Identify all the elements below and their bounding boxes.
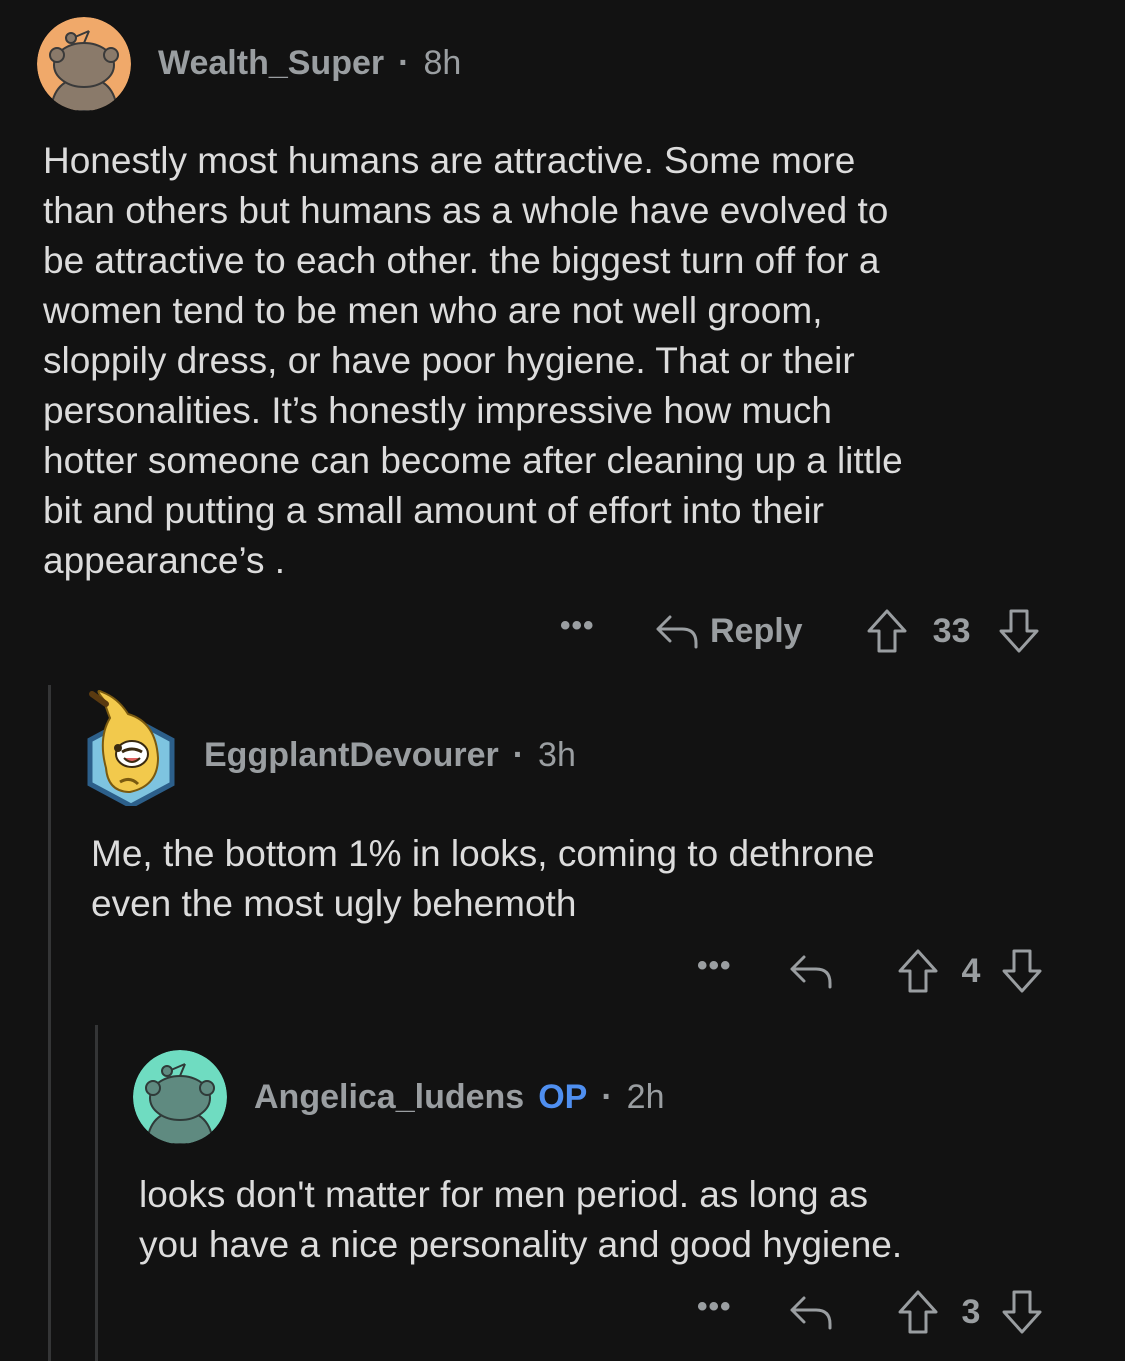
comment-line: appearance’s . [43,540,286,581]
comment-line: looks don't matter for men period. as lo… [139,1174,868,1215]
comment-line: Honestly most humans are attractive. Som… [43,140,856,181]
separator-dot: · [601,1078,613,1116]
upvote-arrow-icon [898,949,938,993]
timestamp: 2h [626,1078,665,1116]
snoo-avatar-icon [133,1050,227,1144]
comment-line: personalities. It’s honestly impressive … [43,390,832,431]
comment-line: be attractive to each other. the biggest… [43,240,880,281]
op-badge: OP [538,1078,588,1116]
snoo-avatar-icon [37,17,131,111]
comment-line: sloppily dress, or have poor hygiene. Th… [43,340,855,381]
comment-body: Honestly most humans are attractive. Som… [43,136,1103,586]
username[interactable]: Angelica_ludens [254,1078,524,1117]
upvote-arrow-icon [867,609,907,653]
thread-line-level-2[interactable] [95,1025,98,1361]
comment-body: Me, the bottom 1% in looks, coming to de… [91,829,1101,929]
comment-header: Angelica_ludens OP · 2h [254,1078,664,1117]
comment-line: even the most ugly behemoth [91,883,577,924]
username[interactable]: EggplantDevourer [204,736,499,775]
vote-count: 3 [961,1292,981,1331]
upvote-button[interactable] [865,607,909,655]
reply-button[interactable] [788,951,834,991]
comment-line: you have a nice personality and good hyg… [139,1224,903,1265]
user-avatar[interactable] [84,688,178,806]
comment-line: than others but humans as a whole have e… [43,190,889,231]
timestamp: 3h [538,736,576,774]
downvote-arrow-icon [1002,949,1042,993]
user-avatar[interactable] [133,1050,227,1144]
vote-count: 4 [961,951,981,990]
vote-count: 33 [932,611,971,650]
comment-line: women tend to be men who are not well gr… [43,290,823,331]
comment-actions: ••• 3 [697,1287,1044,1337]
username[interactable]: Wealth_Super [158,44,384,83]
comment-line: bit and putting a small amount of effort… [43,490,824,531]
comment-actions: ••• 4 [697,946,1044,996]
separator-dot: · [398,44,410,82]
thread-line-level-1[interactable] [48,685,51,1361]
comment-body: looks don't matter for men period. as lo… [139,1170,1099,1270]
reply-arrow-icon [656,615,698,649]
separator-dot: · [512,736,525,774]
downvote-button[interactable] [997,607,1041,655]
more-options-button[interactable]: ••• [697,951,741,981]
reply-arrow-icon [790,955,832,989]
banana-character-avatar-icon [87,690,175,806]
reply-arrow-icon [790,1296,832,1330]
reply-button[interactable] [788,1292,834,1332]
more-options-button[interactable]: ••• [697,1292,741,1322]
more-options-button[interactable]: ••• [560,611,604,641]
upvote-button[interactable] [896,947,940,995]
downvote-button[interactable] [1000,947,1044,995]
comment-header: Wealth_Super · 8h [158,44,461,83]
upvote-button[interactable] [896,1288,940,1336]
upvote-arrow-icon [898,1290,938,1334]
comment-actions: ••• Reply 33 [560,606,1041,656]
downvote-arrow-icon [999,609,1039,653]
downvote-button[interactable] [1000,1288,1044,1336]
comment-line: Me, the bottom 1% in looks, coming to de… [91,833,875,874]
user-avatar[interactable] [37,17,131,111]
comment-line: hotter someone can become after cleaning… [43,440,903,481]
comment-header: EggplantDevourer · 3h [204,736,576,775]
reply-button[interactable]: Reply [654,611,803,651]
downvote-arrow-icon [1002,1290,1042,1334]
reply-label: Reply [710,611,803,650]
timestamp: 8h [423,44,462,82]
